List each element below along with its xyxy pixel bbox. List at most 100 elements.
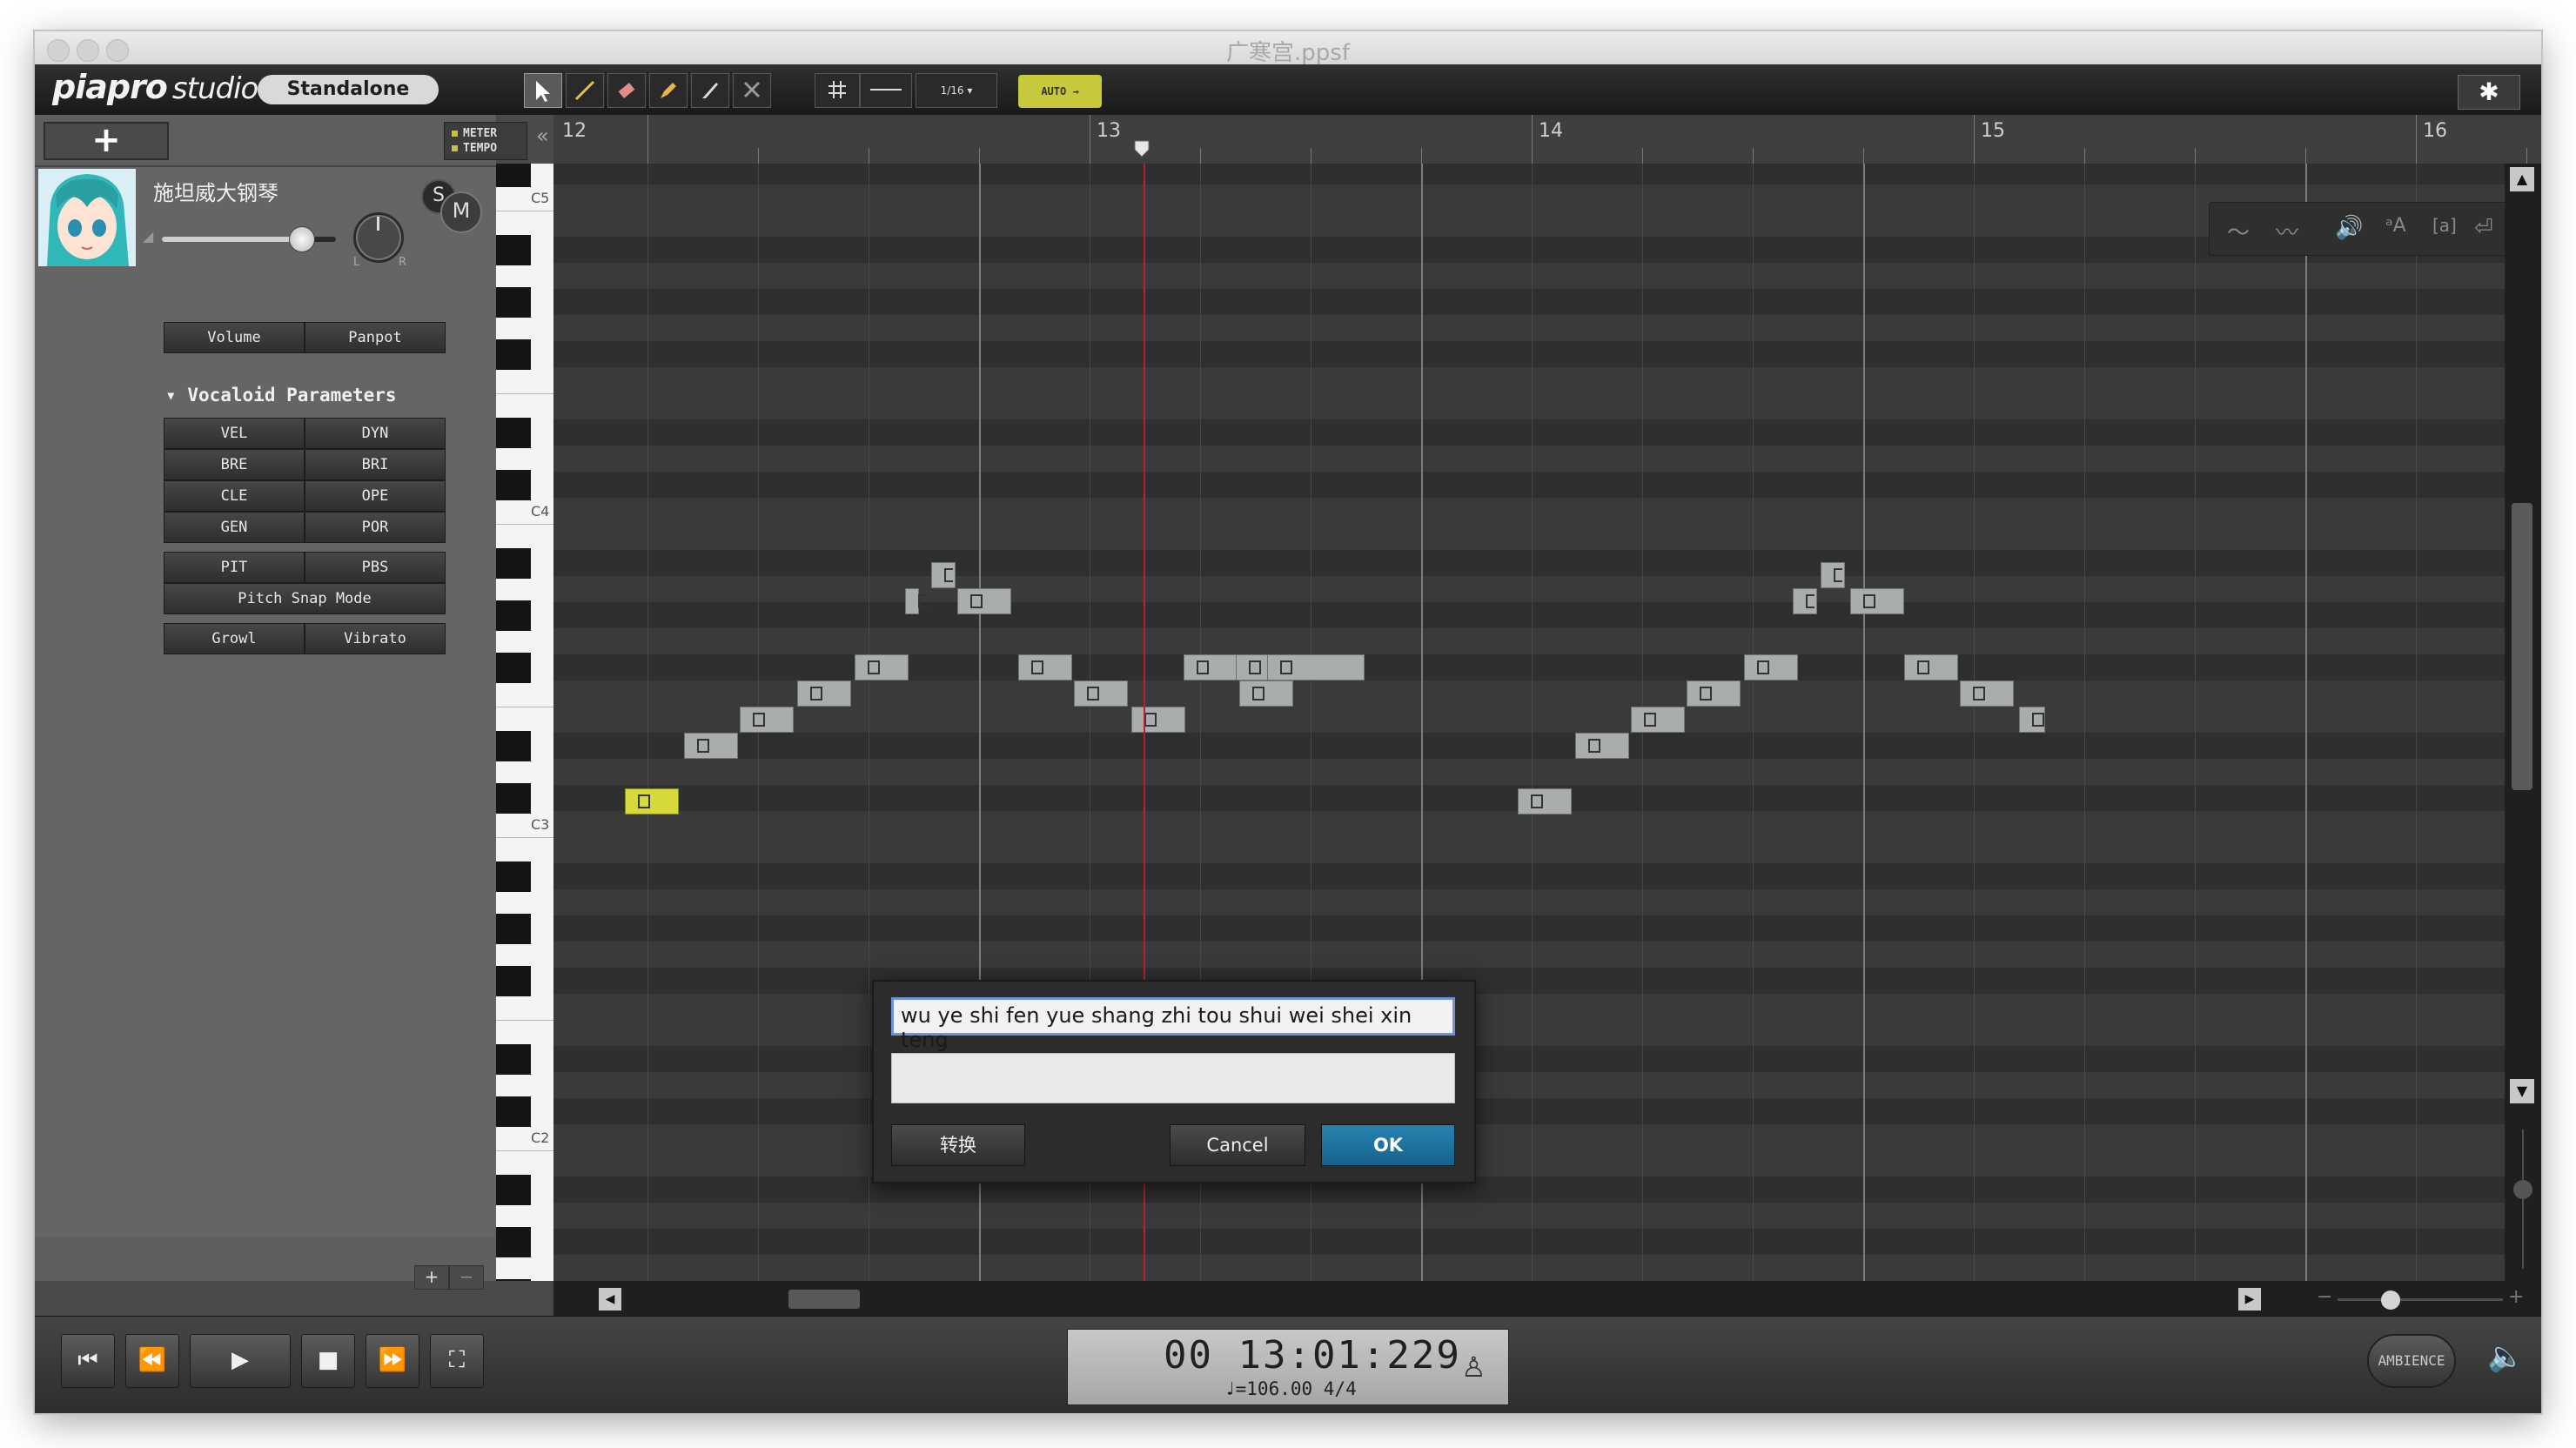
black-key[interactable] xyxy=(496,1175,531,1205)
note[interactable] xyxy=(1960,680,2014,707)
pitch-curve-icon[interactable]: 〜 xyxy=(2227,215,2250,247)
note[interactable] xyxy=(931,562,956,588)
ok-button[interactable]: OK xyxy=(1321,1124,1455,1166)
gen-param-button[interactable]: GEN xyxy=(164,512,305,543)
lyrics-input[interactable]: wu ye shi fen yue shang zhi tou shui wei… xyxy=(891,997,1455,1052)
play-button[interactable]: ▶ xyxy=(190,1334,291,1388)
speaker-icon[interactable]: 🔈 xyxy=(2487,1339,2524,1374)
note[interactable] xyxy=(1631,707,1685,733)
vertical-scroll-thumb[interactable] xyxy=(2512,503,2532,790)
note[interactable] xyxy=(1239,680,1293,707)
volume-button[interactable]: Volume xyxy=(164,322,305,353)
note[interactable] xyxy=(1575,733,1629,759)
black-key[interactable] xyxy=(496,470,531,500)
bre-param-button[interactable]: BRE xyxy=(164,449,305,480)
black-key[interactable] xyxy=(496,548,531,579)
settings-button[interactable]: ✱ xyxy=(2458,75,2520,110)
black-key[interactable] xyxy=(496,164,531,187)
black-key[interactable] xyxy=(496,914,531,944)
tempo-readout[interactable]: ♩=106.00 4/4 xyxy=(1224,1378,1357,1399)
black-key[interactable] xyxy=(496,600,531,631)
eraser-tool-button[interactable] xyxy=(607,73,646,108)
metronome-icon[interactable]: ♙ xyxy=(1461,1351,1486,1384)
note[interactable] xyxy=(1744,654,1798,680)
scroll-left-arrow-icon[interactable]: ◀ xyxy=(599,1288,621,1311)
playhead-handle-icon[interactable] xyxy=(1133,139,1150,158)
pencil-tool-button[interactable] xyxy=(649,73,688,108)
piano-roll-grid[interactable]: 〜 〰 🔊 ᵃA [a] ⏎ xyxy=(553,164,2505,1281)
phoneme-display-icon[interactable]: [a] xyxy=(2432,215,2457,236)
vocaloid-parameters-header[interactable]: ▾ Vocaloid Parameters xyxy=(165,385,397,406)
black-key[interactable] xyxy=(496,235,531,265)
black-key[interactable] xyxy=(496,1279,531,1281)
note[interactable] xyxy=(2019,707,2045,733)
add-parameter-button[interactable]: + xyxy=(414,1265,449,1290)
vibrato-button[interactable]: Vibrato xyxy=(305,623,446,654)
scroll-up-arrow-icon[interactable]: ▲ xyxy=(2510,167,2534,191)
black-key[interactable] xyxy=(496,339,531,370)
note[interactable] xyxy=(740,707,794,733)
dyn-param-button[interactable]: DYN xyxy=(305,418,446,449)
stop-button[interactable]: ■ xyxy=(301,1334,355,1388)
auto-scroll-button[interactable]: AUTO → xyxy=(1018,75,1102,108)
mute-button[interactable]: M xyxy=(440,191,482,233)
return-icon[interactable]: ⏎ xyxy=(2474,215,2493,241)
zoom-track[interactable] xyxy=(2338,1298,2503,1301)
vertical-zoom-knob[interactable] xyxy=(2513,1180,2532,1199)
vertical-scrollbar[interactable]: ▲ ▼ xyxy=(2505,164,2541,1281)
note[interactable] xyxy=(905,588,927,614)
note[interactable] xyxy=(855,654,909,680)
pbs-param-button[interactable]: PBS xyxy=(305,552,446,583)
note[interactable] xyxy=(1018,654,1072,680)
phoneme-lock-icon[interactable]: ᵃA xyxy=(2385,215,2406,237)
loop-button[interactable]: ⛶ xyxy=(430,1334,484,1388)
horizontal-scrollbar[interactable]: ◀ ▶ − + xyxy=(553,1281,2541,1316)
line-tool-button[interactable] xyxy=(566,73,604,108)
note[interactable] xyxy=(1850,588,1904,614)
black-key[interactable] xyxy=(496,783,531,814)
black-key[interactable] xyxy=(496,418,531,448)
collapse-panel-icon[interactable]: « xyxy=(536,124,549,148)
note[interactable] xyxy=(684,733,738,759)
zoom-out-icon[interactable]: − xyxy=(2317,1286,2332,1308)
track-name[interactable]: 施坦威大钢琴 xyxy=(153,176,278,206)
timeline-ruler[interactable]: 12 13 14 15 16 xyxy=(553,115,2541,164)
black-key[interactable] xyxy=(496,1096,531,1127)
note[interactable] xyxy=(1687,680,1741,707)
black-key[interactable] xyxy=(496,731,531,761)
pointer-tool-button[interactable] xyxy=(524,73,562,108)
cancel-button[interactable]: Cancel xyxy=(1170,1124,1305,1166)
ope-param-button[interactable]: OPE xyxy=(305,480,446,512)
fast-forward-button[interactable]: ⏩ xyxy=(366,1334,419,1388)
scroll-down-arrow-icon[interactable]: ▼ xyxy=(2510,1079,2534,1103)
piano-keyboard[interactable]: C5 C4 C3 C2 xyxy=(496,164,553,1281)
singer-avatar[interactable] xyxy=(38,169,136,266)
note[interactable] xyxy=(1074,680,1128,707)
scroll-right-arrow-icon[interactable]: ▶ xyxy=(2238,1288,2261,1311)
rewind-button[interactable]: ⏪ xyxy=(125,1334,179,1388)
go-to-start-button[interactable]: ⏮ xyxy=(61,1334,115,1388)
note[interactable] xyxy=(957,588,1011,614)
quantize-dropdown[interactable]: 1/16 ▾ xyxy=(916,73,997,108)
meter-tempo-toggle[interactable]: METER TEMPO xyxy=(444,122,527,160)
add-track-button[interactable]: + xyxy=(44,122,169,160)
vertical-zoom-track[interactable] xyxy=(2522,1130,2524,1269)
note[interactable] xyxy=(1518,788,1572,814)
note[interactable] xyxy=(1821,562,1845,588)
horizontal-scroll-thumb[interactable] xyxy=(788,1290,860,1309)
black-key[interactable] xyxy=(496,653,531,683)
black-key[interactable] xyxy=(496,861,531,892)
volume-slider-knob[interactable] xyxy=(289,226,315,252)
ambience-button[interactable]: AMBIENCE xyxy=(2367,1334,2456,1388)
volume-slider[interactable] xyxy=(162,226,336,252)
pitch-snap-mode-button[interactable]: Pitch Snap Mode xyxy=(164,583,446,614)
phoneme-field[interactable] xyxy=(891,1053,1455,1103)
mute-note-tool-button[interactable] xyxy=(733,73,771,108)
zoom-knob[interactable] xyxy=(2381,1290,2400,1310)
convert-button[interactable]: 转换 xyxy=(891,1124,1025,1166)
pitch-curve-alt-icon[interactable]: 〰 xyxy=(2276,215,2298,247)
horizontal-zoom-slider[interactable]: − + xyxy=(2311,1286,2529,1311)
note[interactable] xyxy=(1904,654,1958,680)
panpot-button[interactable]: Panpot xyxy=(305,322,446,353)
knife-tool-button[interactable] xyxy=(691,73,729,108)
